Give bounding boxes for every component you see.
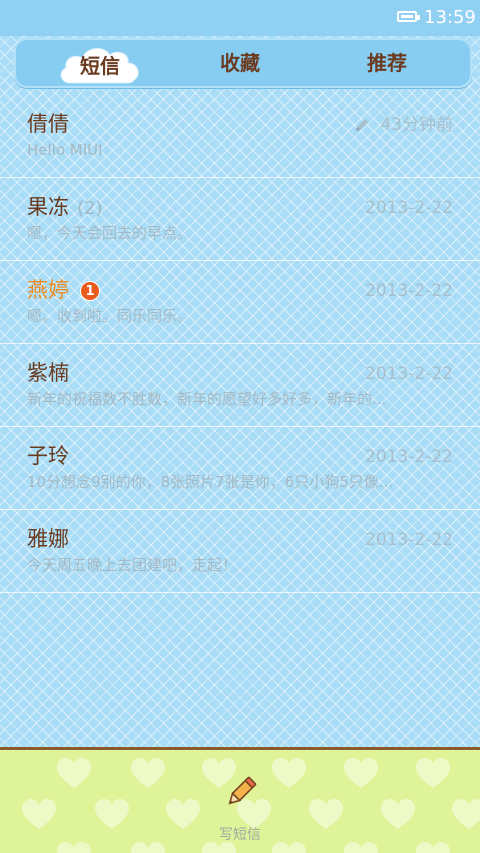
pencil-icon (228, 776, 257, 805)
status-time: 13:59 (424, 7, 476, 28)
message-time: 2013-2-22 (365, 198, 453, 218)
contact-name: 倩倩 (27, 112, 69, 136)
battery-icon (397, 11, 420, 22)
message-time: 2013-2-22 (365, 281, 453, 301)
contact-name: 果冻 (2) (27, 195, 103, 219)
message-preview: 今天周五晚上去团建吧，走起！ (27, 556, 238, 574)
status-bar: 13:59 (0, 0, 480, 36)
message-preview: Hello MIUI (27, 141, 103, 159)
conversation-row[interactable]: 倩倩 43分钟前 Hello MIUI (0, 95, 480, 178)
message-count: (2) (77, 198, 103, 219)
message-time: 2013-2-22 (365, 364, 453, 384)
compose-label: 写短信 (219, 827, 261, 843)
contact-name: 燕婷 (27, 278, 69, 302)
conversation-row[interactable]: 燕婷 1 2013-2-22 嗯。收到啦。同乐同乐。 (0, 261, 480, 344)
conversation-row[interactable]: 子玲 2013-2-22 10分想念9别的你，8张照片7张是你，6只小狗5只像.… (0, 427, 480, 510)
tab-bar: 短信 收藏 推荐 (14, 38, 472, 88)
message-time: 2013-2-22 (365, 447, 453, 467)
contact-name: 子玲 (27, 444, 69, 468)
tab-favorites[interactable]: 收藏 (187, 38, 293, 88)
message-preview: 嗯。收到啦。同乐同乐。 (27, 307, 193, 325)
bottom-bar: 写短信 (0, 747, 480, 853)
message-preview: 新年的祝福数不胜数，新年的愿望好多好多，新年的... (27, 390, 387, 408)
tab-messages[interactable]: 短信 (56, 38, 144, 88)
message-time: 2013-2-22 (365, 530, 453, 550)
conversation-row[interactable]: 雅娜 2013-2-22 今天周五晚上去团建吧，走起！ (0, 510, 480, 593)
conversation-row[interactable]: 果冻 (2) 2013-2-22 嗯，今天会回去的早点。 (0, 178, 480, 261)
tab-recommend[interactable]: 推荐 (334, 38, 440, 88)
contact-name: 雅娜 (27, 527, 69, 551)
compose-button[interactable]: 写短信 (200, 768, 280, 848)
unread-badge: 1 (80, 281, 100, 301)
conversation-list: 倩倩 43分钟前 Hello MIUI 果冻 (2) 2013-2-22 嗯，今天… (0, 95, 480, 593)
pencil-draft-icon (356, 119, 368, 131)
message-preview: 10分想念9别的你，8张照片7张是你，6只小狗5只像... (27, 473, 394, 491)
message-time: 43分钟前 (380, 115, 453, 135)
contact-name: 紫楠 (27, 361, 69, 385)
conversation-row[interactable]: 紫楠 2013-2-22 新年的祝福数不胜数，新年的愿望好多好多，新年的... (0, 344, 480, 427)
message-preview: 嗯，今天会回去的早点。 (27, 224, 193, 242)
